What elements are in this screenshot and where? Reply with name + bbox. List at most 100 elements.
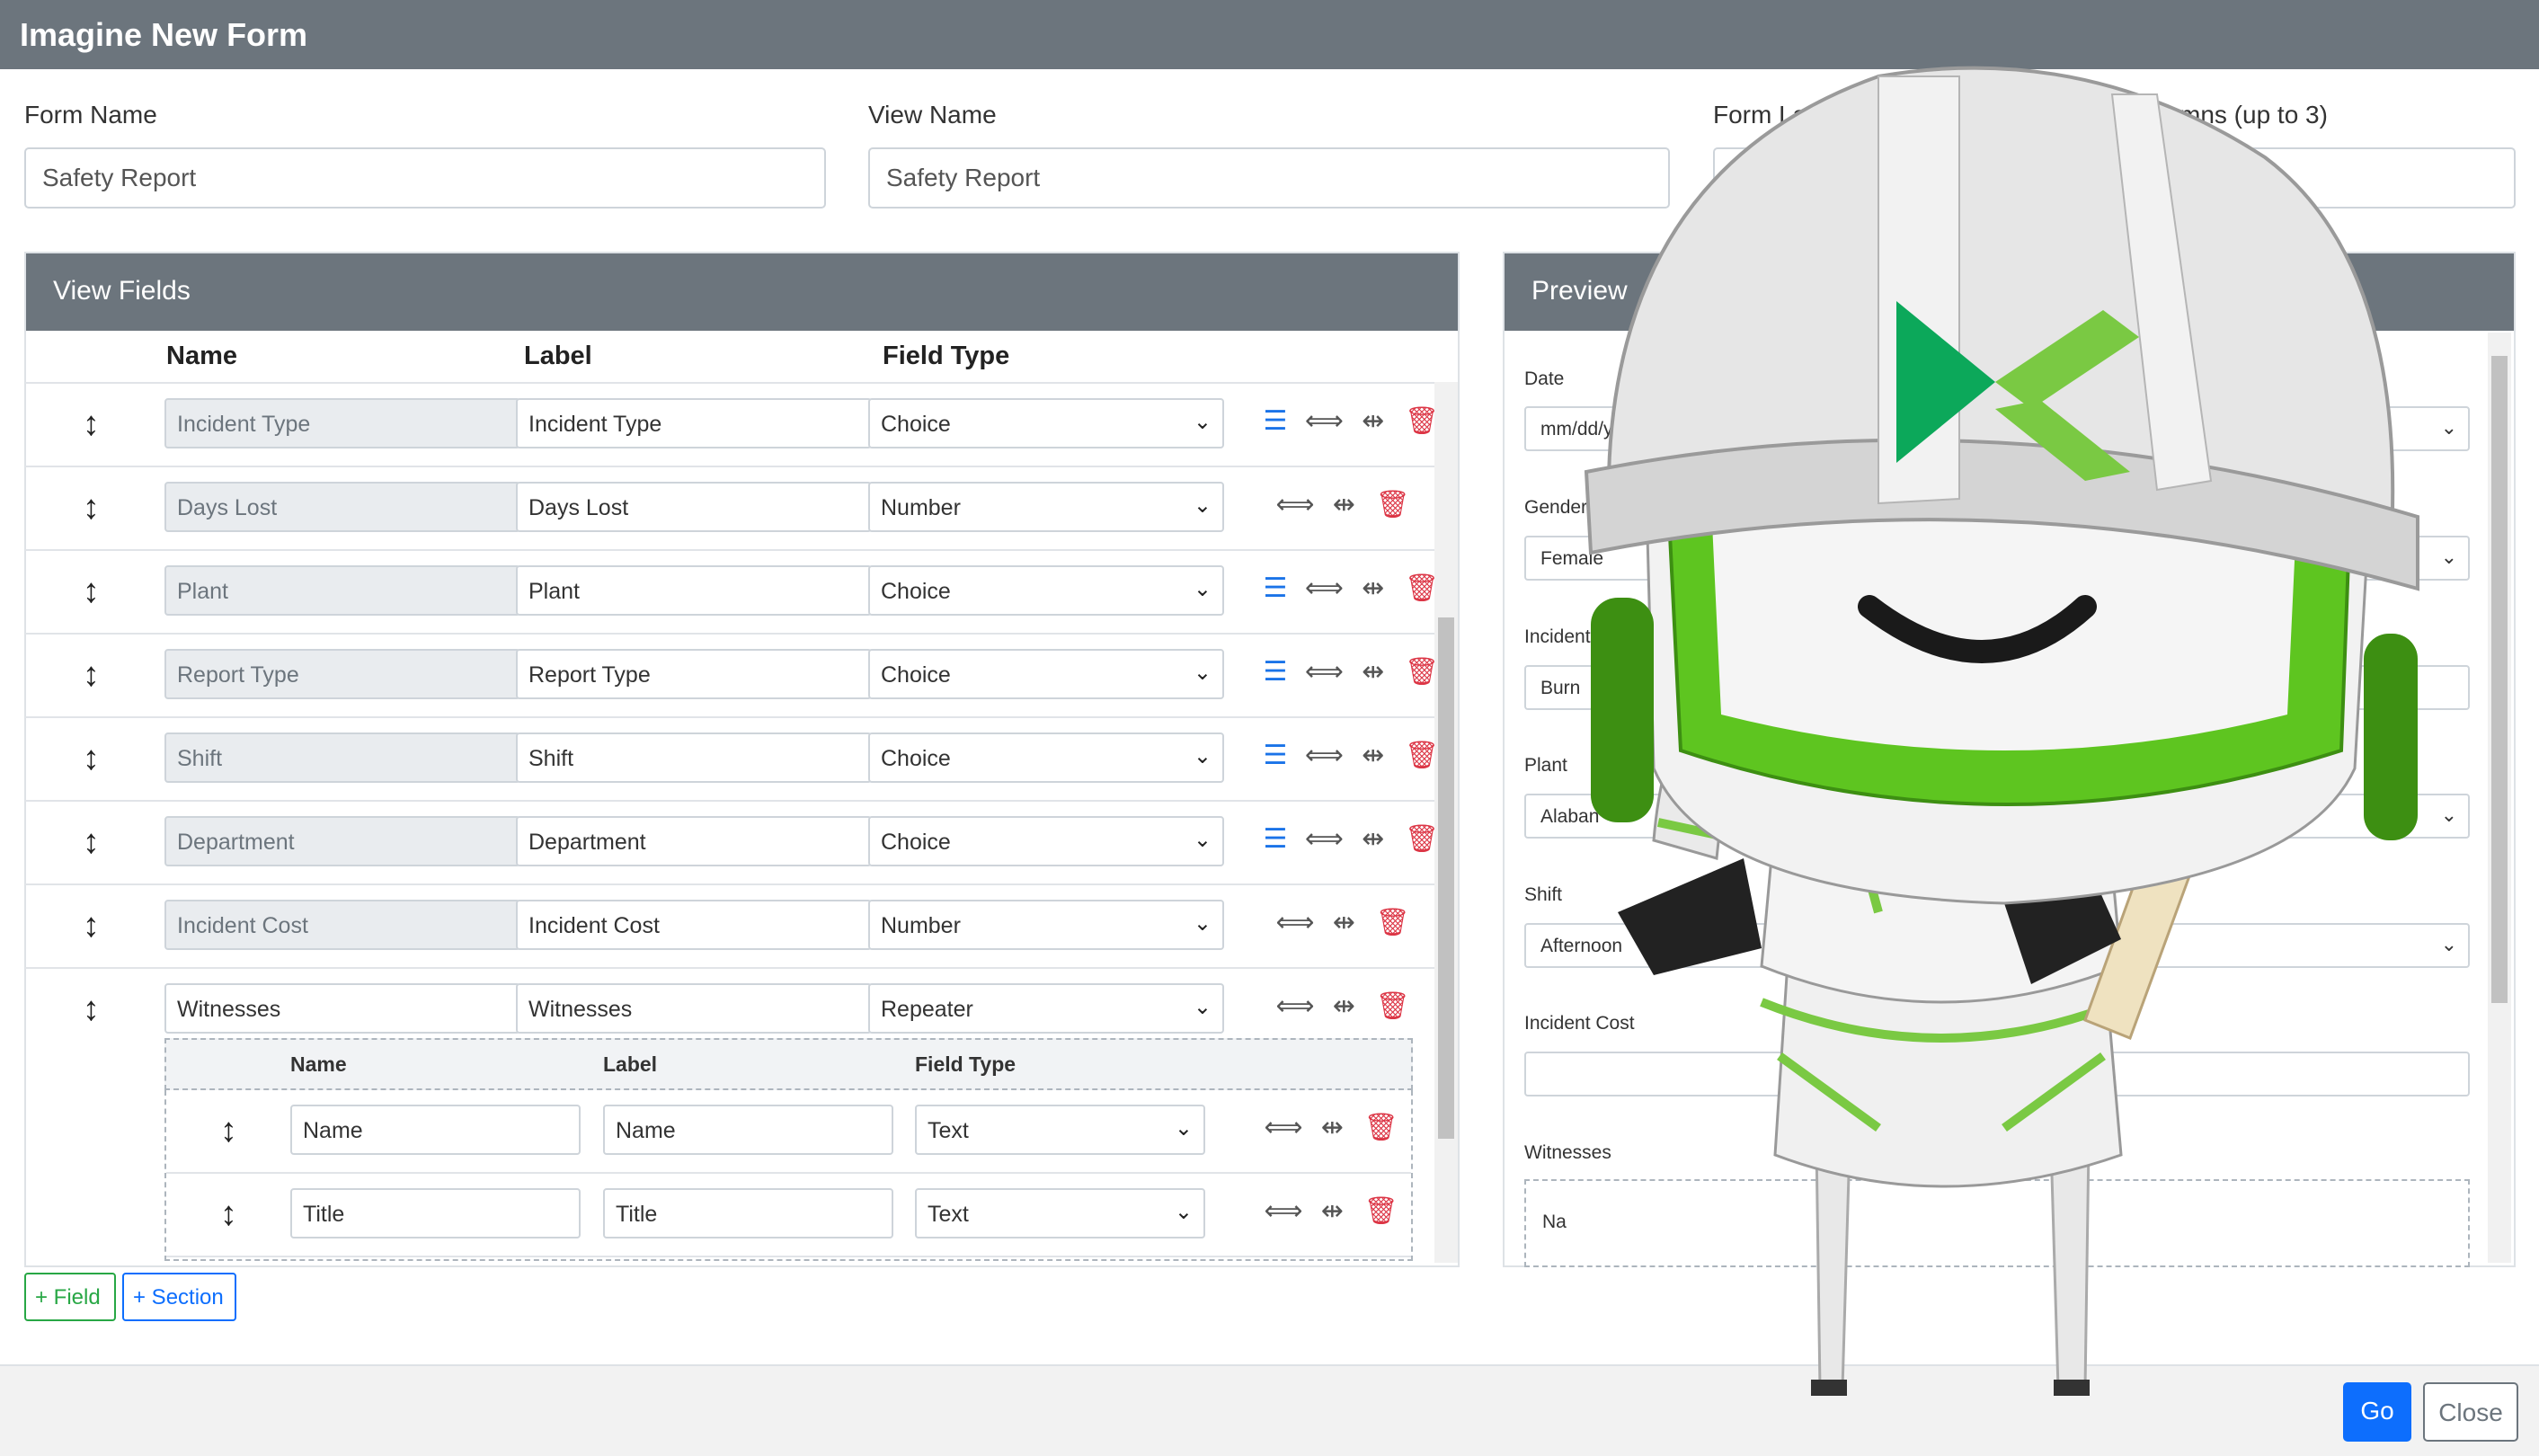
sub-field-name-input[interactable]: Name bbox=[290, 1105, 581, 1155]
close-button[interactable]: Close bbox=[2423, 1382, 2518, 1442]
expand-width-icon[interactable]: ⟺ bbox=[1303, 573, 1345, 604]
field-type-value: Number bbox=[881, 913, 961, 938]
sub-row-actions: ⟺ ⇹ 🗑 bbox=[1263, 1195, 1402, 1227]
preview-field-label: Gender bbox=[1524, 497, 1588, 518]
delete-icon[interactable]: 🗑 bbox=[1372, 907, 1414, 938]
choices-list-icon[interactable]: ☰ bbox=[1255, 573, 1296, 604]
view-fields-scroll-thumb[interactable] bbox=[1438, 617, 1454, 1139]
delete-icon[interactable]: 🗑 bbox=[1361, 1195, 1402, 1227]
field-type-select[interactable]: Choice ⌄ bbox=[868, 649, 1224, 699]
drag-handle-icon[interactable]: ↕ bbox=[83, 990, 100, 1029]
field-label-input[interactable]: Incident Cost bbox=[516, 900, 872, 950]
drag-handle-icon[interactable]: ↕ bbox=[83, 405, 100, 444]
expand-width-icon[interactable]: ⟺ bbox=[1303, 740, 1345, 771]
shrink-width-icon[interactable]: ⇹ bbox=[1311, 1195, 1353, 1227]
view-name-input[interactable]: Safety Report bbox=[868, 147, 1670, 209]
field-name-input[interactable]: Shift bbox=[164, 732, 520, 783]
drag-handle-icon[interactable]: ↕ bbox=[83, 573, 100, 611]
view-name-label: View Name bbox=[868, 101, 997, 129]
field-type-value: Choice bbox=[881, 662, 951, 688]
sub-field-type-value: Text bbox=[928, 1118, 969, 1143]
expand-width-icon[interactable]: ⟺ bbox=[1303, 656, 1345, 688]
field-label-input[interactable]: Department bbox=[516, 816, 872, 866]
field-type-select[interactable]: Number ⌄ bbox=[868, 900, 1224, 950]
shrink-width-icon[interactable]: ⇹ bbox=[1323, 907, 1364, 938]
shrink-width-icon[interactable]: ⇹ bbox=[1323, 489, 1364, 520]
field-name-input[interactable]: Incident Type bbox=[164, 398, 520, 448]
preview-field-label: Incident bbox=[1524, 626, 1591, 647]
field-label-input[interactable]: Report Type bbox=[516, 649, 872, 699]
add-section-button[interactable]: + Section bbox=[122, 1273, 236, 1321]
preview-scroll-thumb[interactable] bbox=[2491, 356, 2508, 1003]
add-field-button[interactable]: + Field bbox=[24, 1273, 116, 1321]
choices-list-icon[interactable]: ☰ bbox=[1255, 405, 1296, 437]
column-header-type: Field Type bbox=[883, 342, 1010, 370]
shrink-width-icon[interactable]: ⇹ bbox=[1353, 823, 1394, 855]
field-label-input[interactable]: Days Lost bbox=[516, 482, 872, 532]
shrink-width-icon[interactable]: ⇹ bbox=[1311, 1112, 1353, 1143]
sub-field-label-input[interactable]: Name bbox=[603, 1105, 893, 1155]
field-name-input[interactable]: Plant bbox=[164, 565, 520, 616]
expand-width-icon[interactable]: ⟺ bbox=[1274, 990, 1316, 1022]
drag-handle-icon[interactable]: ↕ bbox=[83, 656, 100, 695]
field-name-input[interactable]: Witnesses bbox=[164, 983, 520, 1034]
choices-list-icon[interactable]: ☰ bbox=[1255, 656, 1296, 688]
column-header-name: Name bbox=[166, 342, 237, 370]
repeater-field-row: ↕ Name Name Text ⌄ ⟺ ⇹ 🗑 bbox=[166, 1090, 1411, 1174]
field-type-select[interactable]: Choice ⌄ bbox=[868, 816, 1224, 866]
field-type-select[interactable]: Repeater ⌄ bbox=[868, 983, 1224, 1034]
delete-icon[interactable]: 🗑 bbox=[1372, 990, 1414, 1022]
field-row: ↕ Shift Shift Choice ⌄ ☰ ⟺ ⇹ 🗑 bbox=[25, 716, 1439, 800]
expand-width-icon[interactable]: ⟺ bbox=[1303, 823, 1345, 855]
shrink-width-icon[interactable]: ⇹ bbox=[1353, 740, 1394, 771]
expand-width-icon[interactable]: ⟺ bbox=[1303, 405, 1345, 437]
shrink-width-icon[interactable]: ⇹ bbox=[1353, 656, 1394, 688]
sub-field-label-input[interactable]: Title bbox=[603, 1188, 893, 1238]
field-type-select[interactable]: Choice ⌄ bbox=[868, 398, 1224, 448]
choices-list-icon[interactable]: ☰ bbox=[1255, 823, 1296, 855]
expand-width-icon[interactable]: ⟺ bbox=[1274, 489, 1316, 520]
sub-field-type-select[interactable]: Text ⌄ bbox=[915, 1105, 1205, 1155]
choices-list-icon[interactable]: ☰ bbox=[1255, 740, 1296, 771]
preview-field-label: Shift bbox=[1524, 884, 1563, 905]
sub-field-type-select[interactable]: Text ⌄ bbox=[915, 1188, 1205, 1238]
field-label-input[interactable]: Plant bbox=[516, 565, 872, 616]
expand-width-icon[interactable]: ⟺ bbox=[1263, 1112, 1304, 1143]
field-name-input[interactable]: Report Type bbox=[164, 649, 520, 699]
field-name-input[interactable]: Incident Cost bbox=[164, 900, 520, 950]
field-name-input[interactable]: Days Lost bbox=[164, 482, 520, 532]
chevron-down-icon: ⌄ bbox=[1193, 911, 1212, 936]
field-label-input[interactable]: Incident Type bbox=[516, 398, 872, 448]
drag-handle-icon[interactable]: ↕ bbox=[220, 1195, 237, 1234]
row-actions: ☰ ⟺ ⇹ 🗑 bbox=[1255, 656, 1443, 688]
sub-field-name-input[interactable]: Title bbox=[290, 1188, 581, 1238]
field-type-select[interactable]: Number ⌄ bbox=[868, 482, 1224, 532]
field-name-input[interactable]: Department bbox=[164, 816, 520, 866]
delete-icon[interactable]: 🗑 bbox=[1372, 489, 1414, 520]
drag-handle-icon[interactable]: ↕ bbox=[83, 740, 100, 778]
chevron-down-icon: ⌄ bbox=[1193, 995, 1212, 1019]
drag-handle-icon[interactable]: ↕ bbox=[83, 907, 100, 946]
row-actions: ☰ ⟺ ⇹ 🗑 bbox=[1255, 573, 1443, 604]
view-fields-scrollbar[interactable] bbox=[1434, 382, 1458, 1263]
field-label-input[interactable]: Witnesses bbox=[516, 983, 872, 1034]
field-type-value: Number bbox=[881, 495, 961, 520]
shrink-width-icon[interactable]: ⇹ bbox=[1323, 990, 1364, 1022]
row-actions: ☰ ⟺ ⇹ 🗑 bbox=[1255, 823, 1443, 855]
form-name-input[interactable]: Safety Report bbox=[24, 147, 826, 209]
shrink-width-icon[interactable]: ⇹ bbox=[1353, 405, 1394, 437]
preview-scrollbar[interactable] bbox=[2488, 333, 2511, 1263]
expand-width-icon[interactable]: ⟺ bbox=[1274, 907, 1316, 938]
delete-icon[interactable]: 🗑 bbox=[1361, 1112, 1402, 1143]
field-label-input[interactable]: Shift bbox=[516, 732, 872, 783]
drag-handle-icon[interactable]: ↕ bbox=[220, 1112, 237, 1150]
field-type-value: Choice bbox=[881, 830, 951, 855]
row-actions: ⟺ ⇹ 🗑 bbox=[1274, 907, 1414, 938]
field-type-select[interactable]: Choice ⌄ bbox=[868, 565, 1224, 616]
shrink-width-icon[interactable]: ⇹ bbox=[1353, 573, 1394, 604]
drag-handle-icon[interactable]: ↕ bbox=[83, 823, 100, 862]
expand-width-icon[interactable]: ⟺ bbox=[1263, 1195, 1304, 1227]
field-type-select[interactable]: Choice ⌄ bbox=[868, 732, 1224, 783]
drag-handle-icon[interactable]: ↕ bbox=[83, 489, 100, 528]
row-actions: ☰ ⟺ ⇹ 🗑 bbox=[1255, 405, 1443, 437]
